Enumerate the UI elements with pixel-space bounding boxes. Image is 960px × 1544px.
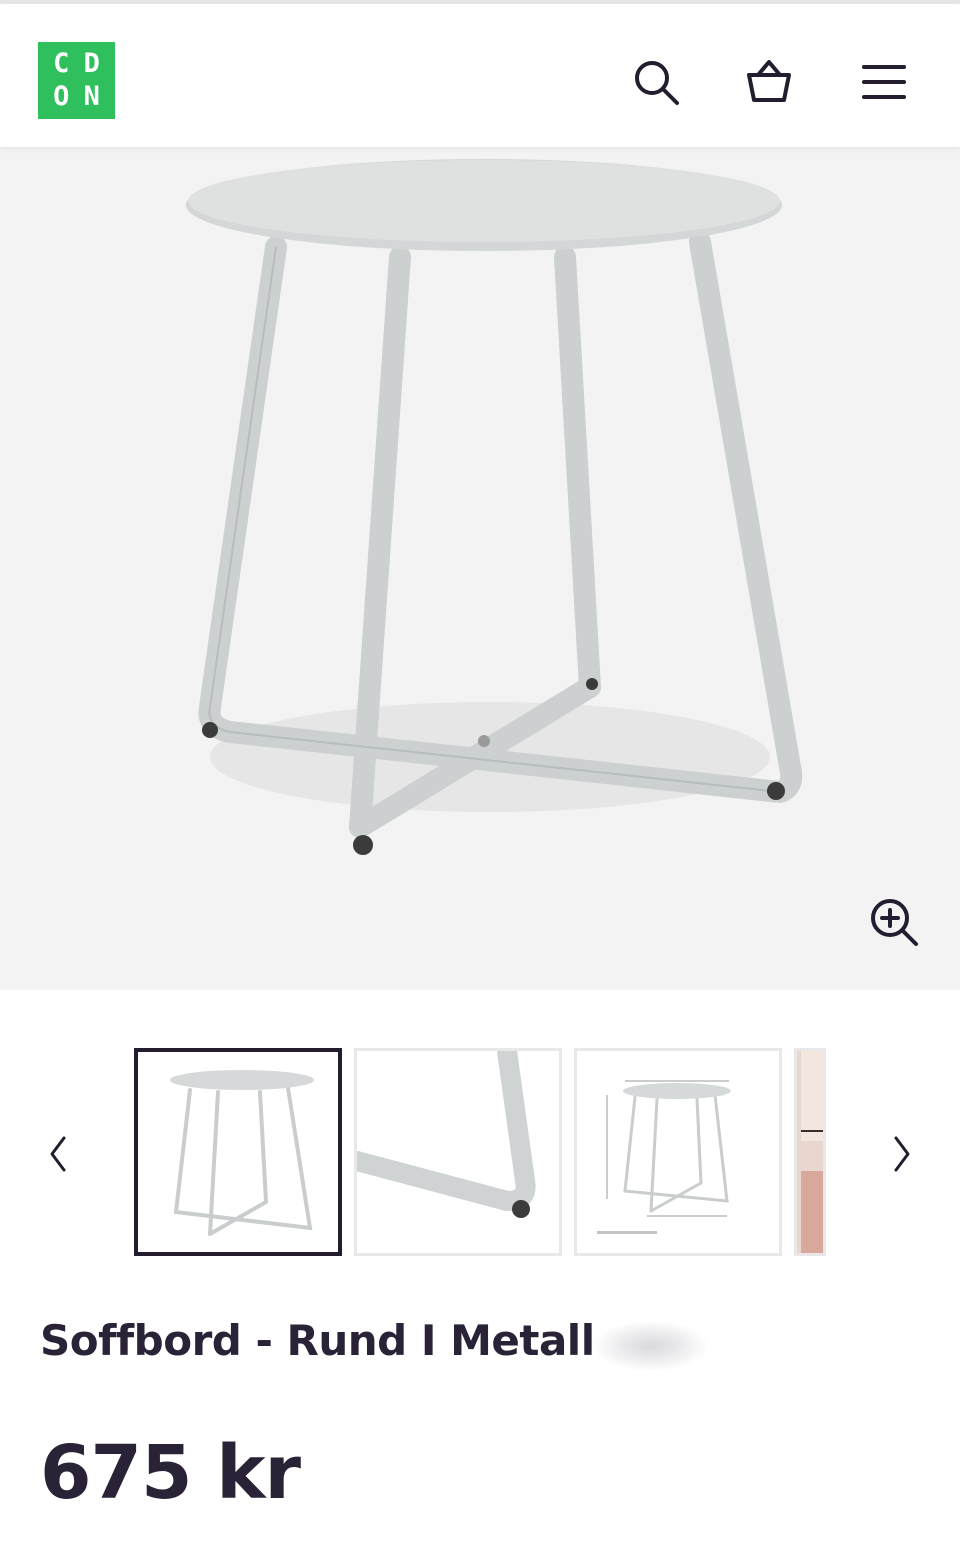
thumbnail-carousel [0,990,960,1290]
logo-letter: O [53,80,70,112]
chevron-right-icon [894,1136,910,1172]
search-icon [635,61,679,105]
side-table-image [186,159,803,855]
zoom-in-icon [871,899,918,946]
site-header: C D O N [0,4,960,147]
next-image-button[interactable] [882,1134,922,1174]
zoom-button[interactable] [868,896,920,948]
thumbnail-image [138,1052,338,1252]
obscured-text [596,1322,706,1370]
basket-icon [747,60,791,102]
thumbnail-image [357,1051,559,1253]
prev-image-button[interactable] [38,1134,78,1174]
menu-button[interactable] [858,56,910,108]
chevron-left-icon [50,1136,66,1172]
thumbnail-2[interactable] [354,1048,562,1256]
basket-button[interactable] [743,56,795,108]
thumbnail-3[interactable] [574,1048,782,1256]
product-title: Soffbord - Rund I Metall [40,1316,595,1365]
logo-letter: N [83,80,100,112]
search-button[interactable] [630,56,682,108]
menu-icon [862,65,906,99]
logo-letter: C [53,48,70,79]
product-price: 675 kr [40,1430,301,1516]
logo-letter: D [83,48,100,79]
thumbnail-image [797,1051,823,1253]
thumbnail-4[interactable] [794,1048,826,1256]
thumbnail-image [577,1051,779,1253]
cdon-logo[interactable]: C D O N [38,42,115,119]
thumbnail-1[interactable] [134,1048,342,1256]
product-main-image[interactable] [0,147,960,990]
